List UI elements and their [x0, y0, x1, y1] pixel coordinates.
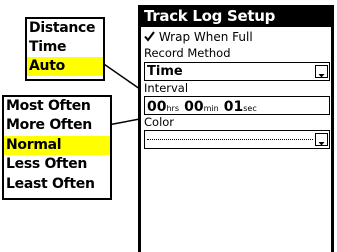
track-log-setup-panel: Track Log Setup Wrap When Full Record Me…	[138, 5, 334, 252]
option-normal[interactable]: Normal	[4, 135, 110, 156]
interval-seconds-unit: sec	[243, 104, 257, 113]
interval-minutes-unit: min	[203, 104, 219, 113]
interval-seconds: 01	[223, 99, 244, 115]
settings-content: Wrap When Full Record Method Time Interv…	[141, 27, 331, 252]
color-swatch	[147, 139, 313, 140]
dropdown-arrow-icon[interactable]	[315, 65, 328, 78]
checkmark-icon[interactable]	[144, 31, 155, 42]
option-least-often[interactable]: Least Often	[4, 175, 110, 194]
interval-hours-unit: hrs	[166, 104, 180, 113]
option-auto[interactable]: Auto	[27, 57, 103, 76]
interval-hours: 00	[147, 99, 167, 115]
option-more-often[interactable]: More Often	[4, 116, 110, 135]
record-method-value: Time	[147, 64, 183, 79]
color-label: Color	[144, 115, 175, 129]
page-title: Track Log Setup	[144, 7, 276, 25]
option-less-often[interactable]: Less Often	[4, 155, 110, 174]
interval-minutes: 00	[184, 99, 204, 115]
color-field[interactable]	[144, 130, 330, 149]
record-method-field[interactable]: Time	[144, 62, 330, 81]
interval-field[interactable]: 00hrs 00min 01sec	[144, 96, 330, 115]
option-distance[interactable]: Distance	[27, 19, 103, 38]
record-method-label: Record Method	[144, 46, 231, 60]
wrap-when-full-row[interactable]: Wrap When Full	[144, 30, 253, 45]
option-time[interactable]: Time	[27, 38, 103, 57]
interval-label: Interval	[144, 81, 189, 95]
interval-options-popup: Most Often More Often Normal Less Often …	[2, 95, 112, 200]
record-method-options-popup: Distance Time Auto	[25, 17, 105, 81]
dropdown-arrow-icon[interactable]	[315, 133, 328, 146]
option-most-often[interactable]: Most Often	[4, 97, 110, 116]
interval-value: 00hrs 00min 01sec	[147, 97, 257, 117]
wrap-when-full-label: Wrap When Full	[158, 30, 253, 44]
